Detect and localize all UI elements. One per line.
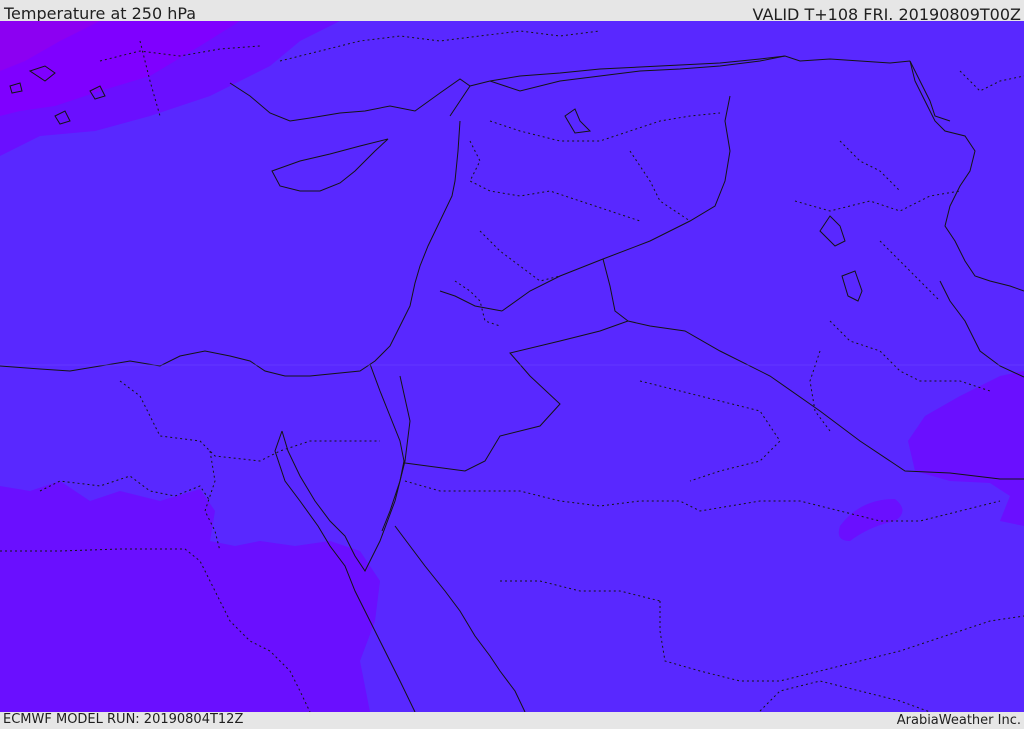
model-run-label: ECMWF MODEL RUN: 20190804T12Z xyxy=(3,712,244,727)
map-title: Temperature at 250 hPa xyxy=(4,4,197,23)
map-figure: Temperature at 250 hPa VALID T+108 FRI. … xyxy=(0,0,1024,729)
temperature-map xyxy=(0,21,1024,712)
credit-label: ArabiaWeather Inc. xyxy=(896,713,1021,728)
